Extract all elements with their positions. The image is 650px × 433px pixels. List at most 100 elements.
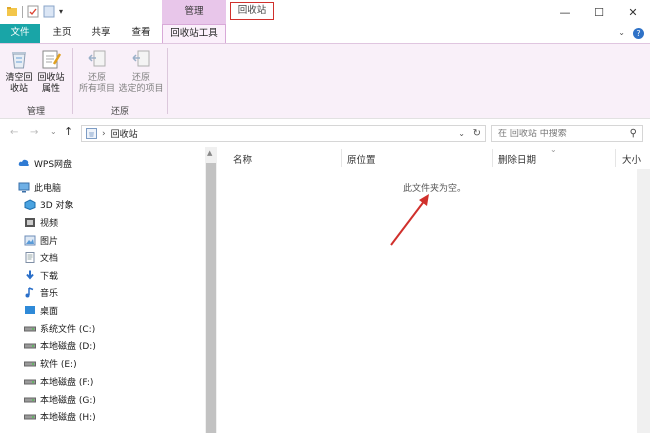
sort-indicator-icon: ⌄ — [550, 145, 557, 154]
search-icon[interactable]: ⚲ — [630, 128, 637, 139]
restore-selected-items-button[interactable]: 还原 选定的项目 — [118, 48, 164, 95]
tree-item[interactable]: 本地磁盘 (F:) — [24, 373, 93, 389]
tree-item[interactable]: 桌面 — [24, 302, 58, 318]
column-name[interactable]: 名称 — [233, 152, 252, 166]
cloud-icon — [18, 159, 29, 166]
video-icon — [25, 217, 35, 227]
group-label-manage: 管理 — [26, 107, 45, 117]
tree-item[interactable]: 本地磁盘 (D:) — [24, 337, 96, 353]
properties-label-line2: 属性 — [41, 84, 60, 94]
tab-view[interactable]: 查看 — [122, 24, 160, 43]
ribbon-options: ⌄ ? — [618, 28, 644, 39]
tree-item[interactable]: 此电脑 — [18, 179, 61, 195]
drive-icon — [24, 361, 36, 366]
search-input[interactable] — [498, 128, 618, 139]
tree-item-label: 音乐 — [40, 288, 59, 299]
toolbar-separator — [22, 5, 23, 18]
tree-item-label: 本地磁盘 (F:) — [40, 377, 94, 388]
tree-item[interactable]: 视频 — [24, 214, 58, 230]
column-divider[interactable] — [341, 149, 342, 167]
file-list-scrollbar[interactable] — [637, 169, 650, 433]
tab-file[interactable]: 文件 — [0, 24, 40, 43]
drive-icon — [24, 343, 36, 348]
forward-button[interactable]: → — [30, 127, 38, 138]
tree-item[interactable]: 音乐 — [24, 284, 58, 300]
scroll-up-icon[interactable]: ▲ — [207, 149, 212, 157]
new-folder-icon[interactable] — [43, 5, 55, 18]
properties-label-line1: 回收站 — [37, 73, 65, 83]
ribbon-tabs: 文件 主页 共享 查看 回收站工具 ⌄ ? — [0, 24, 650, 44]
drive-icon — [24, 326, 36, 331]
minimize-button[interactable]: — — [548, 0, 582, 24]
restore-all-icon — [88, 50, 106, 67]
tree-item[interactable]: 本地磁盘 (G:) — [24, 391, 96, 407]
column-date-deleted[interactable]: 删除日期 — [498, 152, 536, 166]
ribbon: 清空回 收站 回收站 属性 管理 还原 所有项目 还原 选定的项目 还原 — [0, 43, 650, 119]
column-size[interactable]: 大小 — [622, 152, 641, 166]
tree-item-label: 软件 (E:) — [40, 359, 77, 370]
tree-item[interactable]: 系统文件 (C:) — [24, 320, 95, 336]
restore-all-label-line1: 还原 — [87, 73, 106, 83]
navigation-pane-scrollbar[interactable]: ▲ — [205, 147, 217, 433]
tree-item-label: 图片 — [40, 236, 59, 247]
music-icon — [25, 286, 34, 297]
navigation-pane: WPS网盘此电脑 3D 对象视频图片文档下载音乐桌面系统文件 (C:) 本地磁盘 (… — [0, 147, 205, 433]
up-button[interactable]: ↑ — [64, 125, 73, 138]
tree-item[interactable]: 本地磁盘 (H:) — [24, 408, 96, 424]
tab-share[interactable]: 共享 — [82, 24, 120, 43]
restore-selected-label-line2: 选定的项目 — [118, 84, 164, 94]
tree-item[interactable]: 文档 — [24, 249, 58, 265]
column-original-location[interactable]: 原位置 — [347, 152, 376, 166]
recent-locations-button[interactable]: ⌄ — [50, 127, 57, 136]
empty-bin-label-line2: 收站 — [9, 84, 28, 94]
drive-icon — [24, 414, 36, 419]
search-box[interactable]: ⚲ — [491, 125, 643, 142]
help-icon[interactable]: ? — [633, 28, 644, 39]
tree-item-label: 此电脑 — [34, 183, 62, 194]
context-tab-manage[interactable]: 管理 — [162, 0, 226, 24]
tree-item[interactable]: 图片 — [24, 232, 58, 248]
tree-item-label: 桌面 — [40, 306, 59, 317]
breadcrumb-recycle-bin[interactable]: 回收站 — [111, 127, 138, 140]
3d-objects-icon — [24, 198, 36, 210]
documents-icon — [25, 251, 35, 263]
empty-recycle-bin-button[interactable]: 清空回 收站 — [4, 48, 34, 95]
back-button[interactable]: ← — [10, 127, 18, 138]
explorer-folder-icon — [7, 7, 17, 16]
pictures-icon — [24, 235, 36, 245]
maximize-button[interactable]: ☐ — [582, 0, 616, 24]
tree-item-label: 本地磁盘 (H:) — [40, 412, 96, 423]
chevron-down-icon[interactable]: ⌄ — [458, 129, 465, 138]
ribbon-group-divider — [72, 48, 73, 114]
computer-icon — [18, 182, 30, 192]
column-divider[interactable] — [615, 149, 616, 167]
tree-item-label: WPS网盘 — [34, 159, 73, 170]
tree-item[interactable]: 下载 — [24, 267, 58, 283]
restore-selected-icon — [132, 50, 150, 67]
address-bar[interactable]: › 回收站 ⌄ ↻ — [81, 125, 486, 142]
ribbon-group-divider — [167, 48, 168, 114]
close-button[interactable]: ✕ — [616, 0, 650, 24]
tree-item-label: 本地磁盘 (G:) — [40, 395, 96, 406]
tab-recycle-bin-tools[interactable]: 回收站工具 — [162, 24, 226, 44]
column-divider[interactable] — [492, 149, 493, 167]
properties-check-icon[interactable] — [27, 5, 39, 18]
tree-item[interactable]: WPS网盘 — [18, 155, 72, 171]
tree-item[interactable]: 3D 对象 — [24, 196, 74, 212]
title-bar: ▾ 管理 回收站 — ☐ ✕ — [0, 0, 650, 24]
tree-item[interactable]: 软件 (E:) — [24, 355, 77, 371]
customize-toolbar-icon[interactable]: ▾ — [59, 7, 63, 16]
annotation-arrow-icon — [390, 194, 429, 246]
refresh-icon[interactable]: ↻ — [473, 128, 481, 139]
group-label-restore: 还原 — [110, 107, 129, 117]
recycle-bin-icon — [12, 52, 26, 69]
scrollbar-thumb[interactable] — [206, 163, 216, 433]
desktop-icon — [25, 305, 35, 314]
tree-item-label: 本地磁盘 (D:) — [40, 341, 96, 352]
recycle-bin-properties-button[interactable]: 回收站 属性 — [36, 48, 66, 95]
properties-icon — [42, 50, 62, 69]
restore-all-items-button[interactable]: 还原 所有项目 — [78, 48, 116, 95]
quick-access-toolbar: ▾ — [6, 5, 63, 18]
tab-home[interactable]: 主页 — [44, 24, 80, 43]
expand-ribbon-icon[interactable]: ⌄ — [618, 28, 625, 39]
